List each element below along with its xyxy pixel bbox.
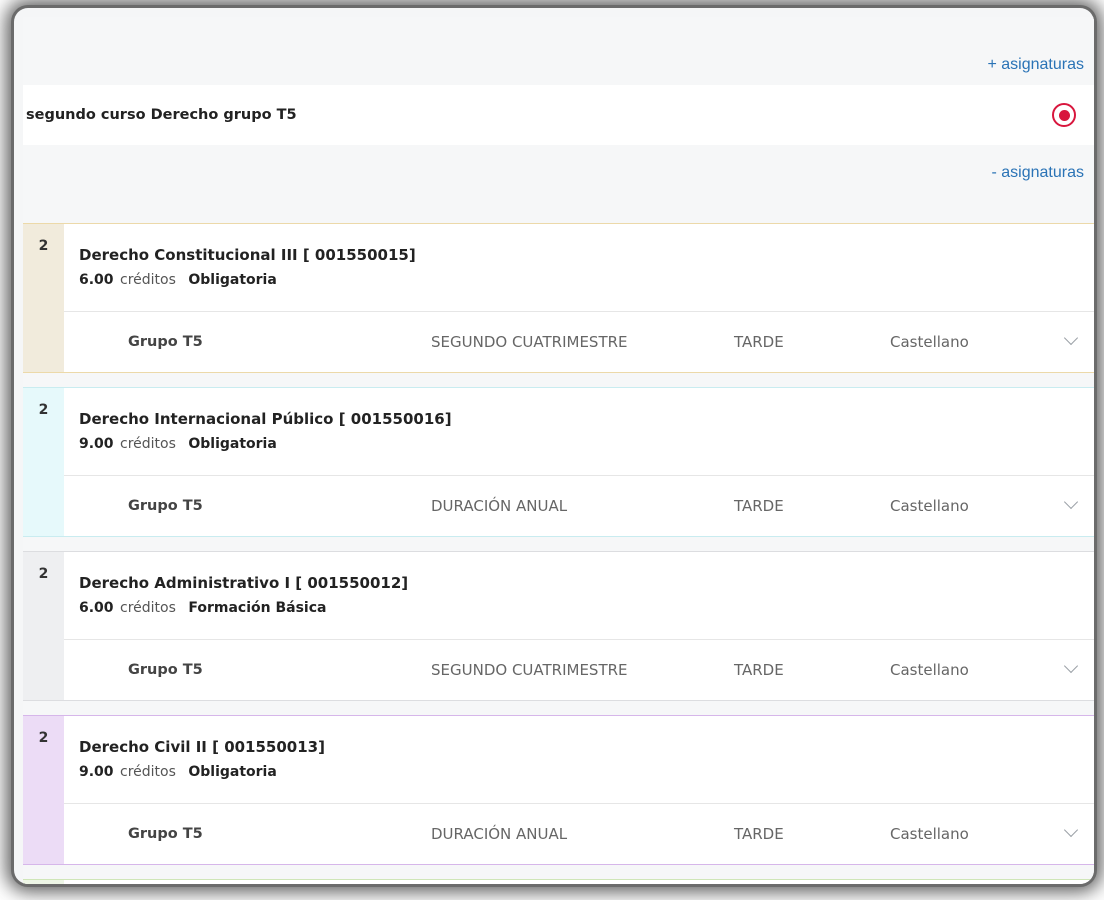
chevron-down-icon[interactable]	[1063, 494, 1079, 510]
group-period: SEGUNDO CUATRIMESTRE	[431, 333, 628, 351]
subject-placeholder	[64, 880, 1094, 884]
radio-dot	[1058, 109, 1070, 121]
subject-meta: 6.00 créditos Obligatoria	[79, 272, 1094, 288]
chevron-down-icon[interactable]	[1063, 822, 1079, 838]
add-subjects-link[interactable]: + asignaturas	[987, 56, 1084, 74]
credits-label: créditos	[120, 272, 176, 288]
subject-credits: 9.00	[79, 436, 114, 452]
group-row[interactable]: Grupo T5 DURACIÓN ANUAL TARDE Castellano	[64, 476, 1094, 536]
subject-card: 2 Derecho Constitucional III [ 001550015…	[23, 223, 1094, 373]
subject-type: Obligatoria	[188, 436, 277, 452]
course-row[interactable]: segundo curso Derecho grupo T5	[23, 85, 1094, 145]
subject-header: Derecho Constitucional III [ 001550015] …	[64, 224, 1094, 312]
window-frame: + asignaturas segundo curso Derecho grup…	[14, 8, 1094, 884]
group-name: Grupo T5	[128, 498, 203, 514]
group-period: SEGUNDO CUATRIMESTRE	[431, 661, 628, 679]
course-title: segundo curso Derecho grupo T5	[26, 107, 297, 123]
subject-credits: 6.00	[79, 272, 114, 288]
credits-label: créditos	[120, 600, 176, 616]
remove-subjects-row: - asignaturas	[23, 145, 1094, 201]
subject-list: 2 Derecho Constitucional III [ 001550015…	[23, 223, 1094, 884]
group-name: Grupo T5	[128, 662, 203, 678]
subject-type: Obligatoria	[188, 764, 277, 780]
add-subjects-row: + asignaturas	[23, 17, 1094, 85]
group-row[interactable]: Grupo T5 SEGUNDO CUATRIMESTRE TARDE Cast…	[64, 640, 1094, 700]
subject-credits: 9.00	[79, 764, 114, 780]
chevron-down-icon[interactable]	[1063, 330, 1079, 346]
year-badge: 2	[23, 716, 64, 864]
subject-name: Derecho Administrativo I [ 001550012]	[79, 574, 409, 592]
group-name: Grupo T5	[128, 334, 203, 350]
subjects-panel: + asignaturas segundo curso Derecho grup…	[23, 17, 1094, 884]
group-row[interactable]: Grupo T5 SEGUNDO CUATRIMESTRE TARDE Cast…	[64, 312, 1094, 372]
year-badge: 2	[23, 388, 64, 536]
subject-header: Derecho Administrativo I [ 001550012] 6.…	[64, 552, 1094, 640]
group-language: Castellano	[890, 825, 969, 843]
subject-meta: 9.00 créditos Obligatoria	[79, 436, 1094, 452]
subject-type: Obligatoria	[188, 272, 277, 288]
subject-card: 2 Derecho Internacional Público [ 001550…	[23, 387, 1094, 537]
group-language: Castellano	[890, 333, 969, 351]
subject-header: Derecho Civil II [ 001550013] 9.00 crédi…	[64, 716, 1094, 804]
subject-content: Derecho Constitucional III [ 001550015] …	[64, 224, 1094, 372]
year-badge: 2	[23, 552, 64, 700]
subject-name: Derecho Civil II [ 001550013]	[79, 738, 325, 756]
group-language: Castellano	[890, 497, 969, 515]
group-row[interactable]: Grupo T5 DURACIÓN ANUAL TARDE Castellano	[64, 804, 1094, 864]
group-shift: TARDE	[734, 497, 784, 515]
spacer	[23, 201, 1094, 223]
subject-card: 2	[23, 879, 1094, 884]
group-language: Castellano	[890, 661, 969, 679]
subject-content: Derecho Civil II [ 001550013] 9.00 crédi…	[64, 716, 1094, 864]
subject-content	[64, 880, 1094, 884]
group-name: Grupo T5	[128, 826, 203, 842]
group-period: DURACIÓN ANUAL	[431, 825, 568, 843]
group-period: DURACIÓN ANUAL	[431, 497, 568, 515]
year-badge: 2	[23, 880, 64, 884]
subject-meta: 6.00 créditos Formación Básica	[79, 600, 1094, 616]
subject-credits: 6.00	[79, 600, 114, 616]
credits-label: créditos	[120, 436, 176, 452]
selected-radio-icon[interactable]	[1052, 103, 1076, 127]
subject-card: 2 Derecho Administrativo I [ 001550012] …	[23, 551, 1094, 701]
subject-name: Derecho Constitucional III [ 001550015]	[79, 246, 416, 264]
subject-header: Derecho Internacional Público [ 00155001…	[64, 388, 1094, 476]
subject-content: Derecho Administrativo I [ 001550012] 6.…	[64, 552, 1094, 700]
chevron-down-icon[interactable]	[1063, 658, 1079, 674]
year-badge: 2	[23, 224, 64, 372]
credits-label: créditos	[120, 764, 176, 780]
remove-subjects-link[interactable]: - asignaturas	[992, 164, 1085, 182]
subject-content: Derecho Internacional Público [ 00155001…	[64, 388, 1094, 536]
subject-type: Formación Básica	[188, 600, 327, 616]
group-shift: TARDE	[734, 661, 784, 679]
group-shift: TARDE	[734, 825, 784, 843]
subject-meta: 9.00 créditos Obligatoria	[79, 764, 1094, 780]
subject-card: 2 Derecho Civil II [ 001550013] 9.00 cré…	[23, 715, 1094, 865]
group-shift: TARDE	[734, 333, 784, 351]
subject-name: Derecho Internacional Público [ 00155001…	[79, 410, 452, 428]
